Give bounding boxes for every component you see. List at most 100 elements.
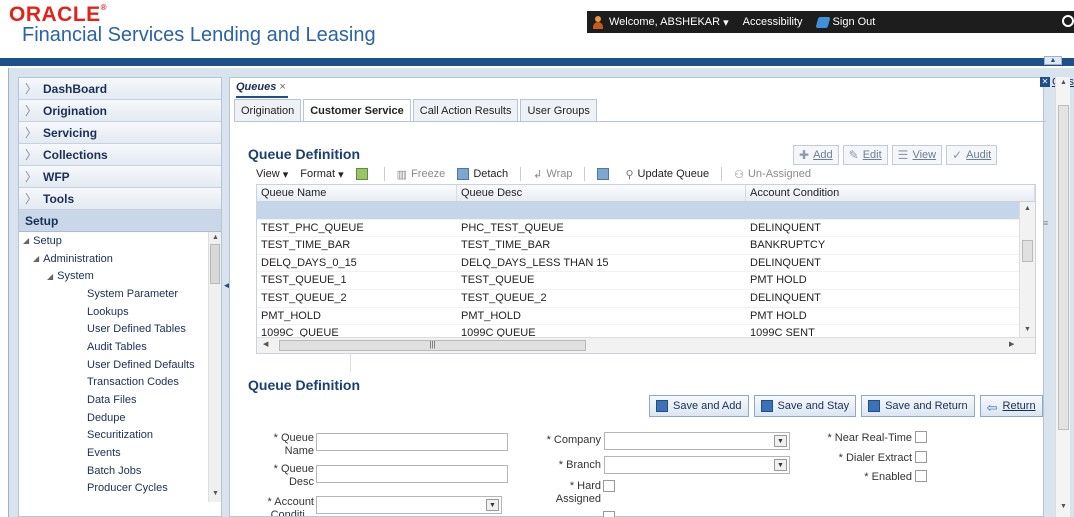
scroll-left-icon[interactable]: ◀ — [263, 340, 268, 348]
sidebar-item-origination[interactable]: 〉 Origination — [19, 100, 221, 122]
return-button[interactable]: ⇦ Return — [979, 395, 1043, 417]
view-menu-label: View — [256, 168, 280, 180]
edit-button[interactable]: ✎ Edit — [842, 145, 888, 165]
account-condition-select[interactable]: ▼ — [316, 496, 502, 514]
sidebar-item-wfp[interactable]: 〉 WFP — [19, 166, 221, 188]
tab-origination[interactable]: Origination — [234, 99, 302, 121]
sidebar-item-tools[interactable]: 〉 Tools — [19, 188, 221, 210]
save-and-return-button[interactable]: Save and Return — [861, 395, 975, 417]
enabled-checkbox[interactable] — [915, 470, 927, 482]
sidebar-item-dashboard[interactable]: 〉 DashBoard — [19, 78, 221, 100]
scroll-right-icon[interactable]: ▶ — [1009, 340, 1014, 348]
tree-node-dedupe[interactable]: Dedupe — [19, 409, 221, 427]
tab-call-action-results[interactable]: Call Action Results — [412, 99, 519, 121]
freeze-button[interactable]: ▥ Freeze — [397, 168, 446, 181]
refresh-icon[interactable] — [597, 168, 613, 180]
audit-button[interactable]: ✓ Audit — [946, 145, 998, 165]
format-menu[interactable]: Format ▾ — [300, 168, 343, 181]
scrollbar-thumb[interactable] — [1058, 105, 1069, 430]
scrollbar-thumb[interactable] — [1022, 240, 1033, 262]
cell-queue-name: TEST_QUEUE_2 — [261, 291, 347, 304]
table-vertical-scrollbar[interactable]: ▲ ▼ — [1019, 202, 1035, 338]
tab-user-groups[interactable]: User Groups — [520, 99, 597, 121]
export-icon[interactable] — [355, 168, 372, 180]
page-scrollbar[interactable]: ▲ ▼ — [1055, 77, 1070, 517]
tree-node-system-parameter[interactable]: System Parameter — [19, 285, 221, 303]
accessibility-link[interactable]: Accessibility — [743, 16, 803, 28]
scrollbar-thumb[interactable] — [210, 244, 220, 284]
scroll-up-icon[interactable]: ▲ — [1060, 79, 1067, 86]
tree-node-user-defined-tables[interactable]: User Defined Tables — [19, 320, 221, 338]
tree-node-system[interactable]: ◢ System — [19, 267, 221, 285]
table-horizontal-scrollbar[interactable]: ◀ ||| ▶ — [257, 337, 1035, 353]
queue-desc-input[interactable] — [316, 465, 508, 483]
tree-node-events[interactable]: Events — [19, 444, 221, 462]
tree-node-lookups[interactable]: Lookups — [19, 303, 221, 321]
sidebar-item-servicing[interactable]: 〉 Servicing — [19, 122, 221, 144]
tree-scrollbar[interactable]: ▲ ▼ — [208, 232, 221, 502]
chevron-down-icon[interactable]: ▼ — [774, 435, 787, 447]
column-header-queue-name[interactable]: Queue Name — [257, 185, 457, 201]
scroll-down-icon[interactable]: ▼ — [212, 490, 219, 497]
dialer-extract-checkbox[interactable] — [915, 451, 927, 463]
detach-button[interactable]: Detach — [457, 168, 508, 180]
tree-node-user-defined-defaults[interactable]: User Defined Defaults — [19, 356, 221, 374]
chevron-right-icon: 〉 — [25, 104, 38, 118]
expand-triangle-icon[interactable]: ◢ — [33, 254, 39, 263]
collapse-header-button[interactable]: ▲ — [1044, 56, 1062, 65]
sidebar-item-collections[interactable]: 〉 Collections — [19, 144, 221, 166]
table-row[interactable] — [257, 202, 1035, 220]
table-row[interactable]: PMT_HOLD PMT_HOLD PMT HOLD — [257, 308, 1035, 326]
scroll-up-icon[interactable]: ▲ — [1024, 205, 1031, 212]
company-select[interactable]: ▼ — [604, 432, 790, 450]
view-button[interactable]: ☰ View — [891, 145, 943, 165]
cell-queue-desc: PHC_TEST_QUEUE — [461, 221, 564, 234]
scroll-down-icon[interactable]: ▼ — [1024, 326, 1031, 333]
toolbar-divider — [383, 167, 385, 181]
tree-node-producer-cycles[interactable]: Producer Cycles — [19, 480, 221, 498]
tree-node-setup[interactable]: ◢ Setup — [19, 232, 221, 250]
sign-out-link[interactable]: Sign Out — [815, 16, 875, 28]
expand-triangle-icon[interactable]: ◢ — [23, 236, 29, 245]
welcome-menu[interactable]: Welcome, ABSHEKAR ▾ — [609, 16, 729, 29]
scroll-up-icon[interactable]: ▲ — [212, 234, 219, 241]
wrap-button[interactable]: ↲ Wrap — [533, 168, 572, 181]
close-tab-icon[interactable]: × — [279, 81, 285, 93]
view-menu[interactable]: View ▾ — [256, 168, 288, 181]
add-button[interactable]: ✚ Add — [793, 145, 839, 165]
queue-name-input[interactable] — [316, 433, 508, 451]
save-and-stay-button[interactable]: Save and Stay — [753, 395, 857, 417]
table-row[interactable]: TEST_PHC_QUEUE PHC_TEST_QUEUE DELINQUENT — [257, 220, 1035, 238]
un-assigned-button[interactable]: ⚇ Un-Assigned — [734, 168, 811, 181]
hard-assigned-checkbox[interactable] — [603, 480, 615, 492]
tree-node-securitization[interactable]: Securitization — [19, 427, 221, 445]
scrollbar-thumb[interactable]: ||| — [279, 340, 586, 351]
tree-node-label: Setup — [33, 234, 62, 247]
tree-node-audit-tables[interactable]: Audit Tables — [19, 338, 221, 356]
table-row[interactable]: TEST_QUEUE_1 TEST_QUEUE PMT HOLD — [257, 272, 1035, 290]
update-queue-button[interactable]: ⚲ Update Queue — [625, 168, 709, 181]
branch-select[interactable]: ▼ — [604, 456, 790, 474]
scroll-down-icon[interactable]: ▼ — [1060, 503, 1067, 510]
chevron-down-icon[interactable]: ▼ — [774, 459, 787, 471]
tree-node-data-files[interactable]: Data Files — [19, 391, 221, 409]
tree-node-administration[interactable]: ◢ Administration — [19, 250, 221, 268]
table-row[interactable]: TEST_TIME_BAR TEST_TIME_BAR BANKRUPTCY — [257, 237, 1035, 255]
tree-node-batch-jobs[interactable]: Batch Jobs — [19, 462, 221, 480]
cell-account-condition: BANKRUPTCY — [750, 239, 826, 252]
column-header-queue-desc[interactable]: Queue Desc — [457, 185, 746, 201]
expand-triangle-icon[interactable]: ◢ — [47, 272, 53, 281]
table-row[interactable]: DELQ_DAYS_0_15 DELQ_DAYS_LESS THAN 15 DELI… — [257, 255, 1035, 273]
tab-queues[interactable]: Queues × — [236, 81, 288, 98]
save-and-add-button[interactable]: Save and Add — [649, 395, 749, 417]
extra-checkbox[interactable] — [603, 511, 615, 517]
power-icon[interactable] — [1062, 15, 1074, 27]
near-real-time-checkbox[interactable] — [915, 431, 927, 443]
table-row[interactable]: TEST_QUEUE_2 TEST_QUEUE_2 DELINQUENT — [257, 290, 1035, 308]
sidebar-item-setup[interactable]: Setup — [19, 210, 221, 232]
grip-icon[interactable]: ≡ — [1043, 218, 1048, 228]
chevron-down-icon[interactable]: ▼ — [486, 499, 499, 511]
tree-node-transaction-codes[interactable]: Transaction Codes — [19, 374, 221, 392]
column-header-account-condition[interactable]: Account Condition — [746, 185, 1035, 201]
tab-customer-service[interactable]: Customer Service — [303, 99, 411, 122]
